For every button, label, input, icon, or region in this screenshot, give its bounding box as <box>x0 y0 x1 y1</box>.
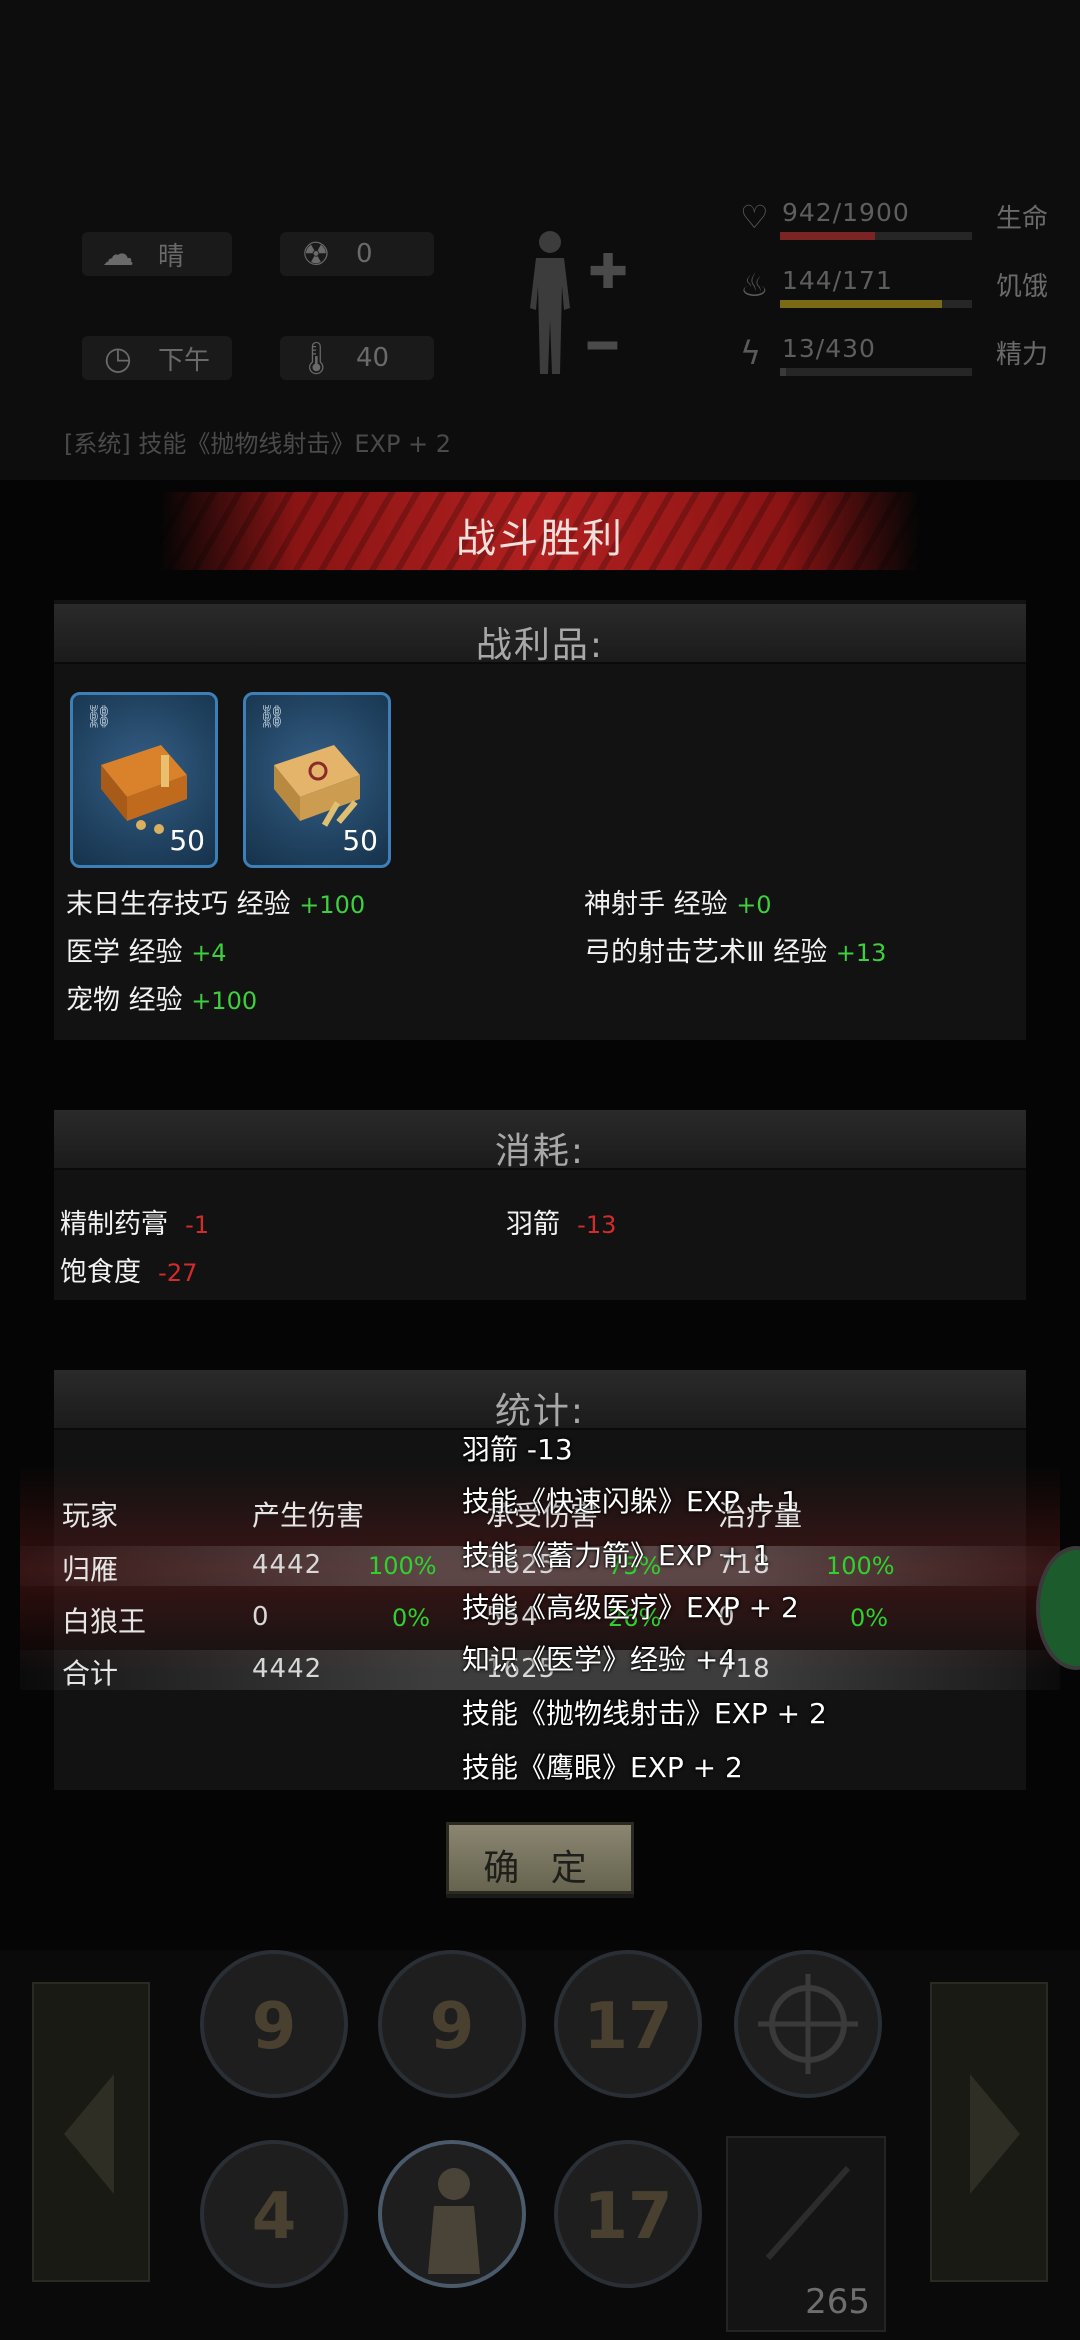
radiation-indicator: ☢ 0 <box>280 232 434 276</box>
temperature-indicator: 🌡 40 <box>280 336 434 380</box>
loot-item[interactable]: ⛓ 50 <box>243 692 391 868</box>
energy-stat: ϟ 13/430 精力 <box>740 334 1060 384</box>
combat-message: 技能《蓄力箭》EXP + 1 <box>462 1539 771 1572</box>
arrow-right-icon <box>970 2074 1020 2194</box>
skill-slot[interactable] <box>378 2140 526 2288</box>
skill-slot[interactable]: 17 <box>554 1950 702 2098</box>
combat-message: 技能《高级医疗》EXP + 2 <box>462 1591 799 1624</box>
combat-message: 羽箭 -13 <box>462 1433 573 1466</box>
arrow-left-icon <box>64 2074 114 2194</box>
skill-slot[interactable]: 9 <box>200 1950 348 2098</box>
hunger-stat: ♨ 144/171 饥饿 <box>740 266 1060 316</box>
skill-slot[interactable]: 9 <box>378 1950 526 2098</box>
bow-weapon-icon <box>765 2166 851 2260</box>
time-label: 下午 <box>158 345 211 376</box>
consume-header: 消耗: <box>54 1110 1026 1172</box>
item-count: 50 <box>169 824 205 857</box>
combat-message: 知识《医学》经验 +4 <box>462 1643 737 1676</box>
skill-slot[interactable]: 17 <box>554 2140 702 2288</box>
weather-indicator: ☁ 晴 <box>82 232 232 276</box>
weather-label: 晴 <box>158 241 185 272</box>
radiation-value: 0 <box>356 239 373 269</box>
time-indicator: ◷ 下午 <box>82 336 232 380</box>
consume-line: 羽箭 -13 <box>506 1209 617 1240</box>
temperature-value: 40 <box>356 343 390 373</box>
skill-slot[interactable]: 4 <box>200 2140 348 2288</box>
energy-icon: ϟ <box>740 334 762 372</box>
minus-icon[interactable]: ━ <box>588 318 617 374</box>
exp-line: 宠物 经验 +100 <box>66 985 258 1016</box>
hunger-bar <box>780 300 942 308</box>
exp-line: 医学 经验 +4 <box>66 937 227 968</box>
heart-icon: ♡ <box>740 198 769 236</box>
status-hud: ☁ 晴 ☢ 0 ◷ 下午 🌡 40 ✚ ━ ♡ 942/1900 生命 ♨ 14… <box>0 0 1080 480</box>
system-log-line: [系统] 技能《抛物线射击》EXP + 2 <box>64 430 452 458</box>
item-count: 50 <box>342 824 378 857</box>
exp-line: 末日生存技巧 经验 +100 <box>66 889 366 920</box>
ammo-box-icon <box>274 745 360 827</box>
radiation-icon: ☢ <box>301 235 331 273</box>
plus-icon[interactable]: ✚ <box>588 244 628 300</box>
skill-bar: 9 9 17 4 17 265 <box>0 1950 1080 2340</box>
combat-message: 技能《快速闪躲》EXP + 1 <box>462 1485 799 1518</box>
exp-line: 神射手 经验 +0 <box>584 889 772 920</box>
dialog-title: 战斗胜利 <box>456 516 624 562</box>
life-bar <box>780 232 876 240</box>
combat-message: 技能《抛物线射击》EXP + 2 <box>462 1697 827 1730</box>
victory-banner: 战斗胜利 <box>160 492 920 570</box>
energy-bar <box>780 368 786 376</box>
character-skill-icon <box>428 2168 480 2274</box>
clock-icon: ◷ <box>104 339 132 377</box>
ammo-box-icon <box>101 745 187 834</box>
weapon-slot[interactable]: 265 <box>726 2136 886 2332</box>
stats-header: 统计: <box>54 1370 1026 1432</box>
body-silhouette-icon[interactable] <box>520 228 580 378</box>
consume-line: 精制药膏 -1 <box>60 1209 210 1240</box>
loot-item[interactable]: ⛓ 50 <box>70 692 218 868</box>
confirm-button[interactable]: 确 定 <box>446 1822 634 1894</box>
stomach-icon: ♨ <box>740 266 769 304</box>
combat-message: 技能《鹰眼》EXP + 2 <box>462 1751 743 1784</box>
exp-line: 弓的射击艺术Ⅲ 经验 +13 <box>584 937 887 968</box>
prev-page-button[interactable] <box>32 1982 150 2282</box>
crosshair-icon <box>758 1974 858 2074</box>
thermometer-icon: 🌡 <box>296 339 337 377</box>
ammo-count: 265 <box>805 2282 870 2322</box>
next-page-button[interactable] <box>930 1982 1048 2282</box>
crosshair-skill-slot[interactable] <box>734 1950 882 2098</box>
life-stat: ♡ 942/1900 生命 <box>740 198 1060 248</box>
loot-header: 战利品: <box>54 604 1026 666</box>
cloud-icon: ☁ <box>102 235 134 273</box>
consume-line: 饱食度 -27 <box>60 1257 198 1288</box>
